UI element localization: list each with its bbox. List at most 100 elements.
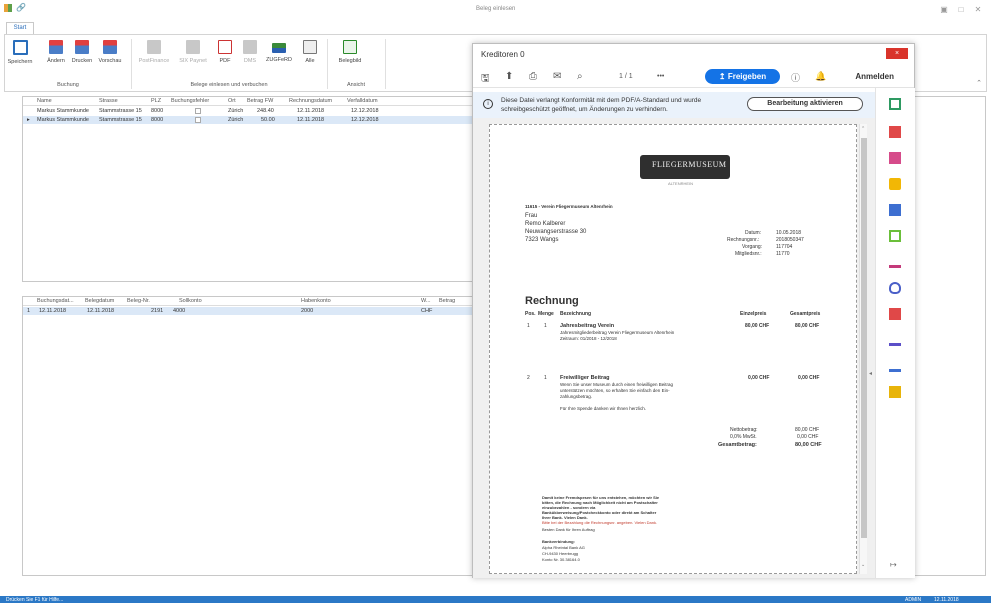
table-row[interactable]: Markus Stammkunde Stammstrasse 15 8000 Z… xyxy=(23,107,473,115)
preview-button[interactable]: Vorschau xyxy=(95,38,125,76)
scan-icon[interactable] xyxy=(889,360,901,372)
preview-icon xyxy=(103,40,117,54)
restore-icon[interactable]: ▣ xyxy=(938,5,950,14)
more-tools-button[interactable]: ••• xyxy=(657,73,664,80)
bell-icon[interactable]: 🔔 xyxy=(815,71,826,82)
table-row[interactable]: ▸ Markus Stammkunde Stammstrasse 15 8000… xyxy=(23,116,473,124)
zugferd-icon xyxy=(272,43,286,53)
pdf-close-button[interactable]: × xyxy=(886,48,908,59)
pdfa-info-bar: i Diese Datei verlangt Konformität mit d… xyxy=(473,92,875,118)
scroll-down-icon[interactable]: ⌄ xyxy=(861,562,865,568)
mail-icon[interactable]: ✉ xyxy=(553,71,561,82)
pdfa-info-text: Diese Datei verlangt Konformität mit dem… xyxy=(501,97,702,113)
group-label-belege: Belege einlesen und verbuchen xyxy=(190,82,268,88)
protect-icon[interactable] xyxy=(889,282,901,294)
window-title: Beleg einlesen xyxy=(476,6,516,12)
right-pane-toggle-icon[interactable]: ◂ xyxy=(869,370,872,377)
col-waehrung[interactable]: W... xyxy=(421,298,430,304)
upload-icon[interactable]: ⬆ xyxy=(505,71,513,82)
pdf-window-title: Kreditoren 0 xyxy=(481,50,525,59)
all-icon xyxy=(303,40,317,54)
share-button[interactable]: ↥ Freigeben xyxy=(705,69,780,84)
pdf-document-area: FLIEGERMUSEUM ALTENRHEIN 11615 - Verein … xyxy=(473,118,875,578)
booking-grid: Buchungsdat... Belegdatum Beleg-Nr. Soll… xyxy=(22,296,474,576)
table-row[interactable]: 1 12.11.2018 12.11.2018 2191 4000 2000 C… xyxy=(23,307,473,315)
maximize-icon[interactable]: □ xyxy=(955,5,967,14)
col-rechnungsdatum[interactable]: Rechnungsdatum xyxy=(289,98,332,104)
edit-pdf-icon[interactable] xyxy=(889,152,901,164)
pdf-button[interactable]: PDF xyxy=(213,38,237,76)
col-sollkonto[interactable]: Sollkonto xyxy=(179,298,202,304)
dms-icon xyxy=(243,40,257,54)
all-button[interactable]: Alle xyxy=(297,38,323,76)
col-buchungsfehler[interactable]: Buchungsfehler xyxy=(171,98,209,104)
app-icon xyxy=(4,4,12,12)
create-pdf-icon[interactable] xyxy=(889,126,901,138)
col-plz[interactable]: PLZ xyxy=(151,98,161,104)
close-icon[interactable]: ✕ xyxy=(972,5,984,14)
belegbild-button[interactable]: Belegbild xyxy=(333,38,367,76)
comment-icon[interactable] xyxy=(889,178,901,190)
col-name[interactable]: Name xyxy=(37,98,52,104)
save-icon xyxy=(12,40,28,55)
combine-files-icon[interactable] xyxy=(889,204,901,216)
pdf-tools-pane: ↦ xyxy=(875,88,915,578)
zugferd-button[interactable]: ZUGFeRD xyxy=(263,38,295,76)
col-habenkonto[interactable]: Habenkonto xyxy=(301,298,331,304)
help-icon[interactable]: ⓘ xyxy=(791,71,800,84)
tab-start[interactable]: Start xyxy=(6,22,34,34)
col-belegdatum[interactable]: Belegdatum xyxy=(85,298,114,304)
share-icon: ↥ xyxy=(718,72,728,81)
edit-booking-icon xyxy=(49,40,63,54)
six-paynet-icon xyxy=(186,40,200,54)
row-pointer-icon: ▸ xyxy=(27,117,30,123)
print-icon[interactable]: ⎙ xyxy=(529,71,537,82)
group-label-ansicht: Ansicht xyxy=(346,82,366,88)
print-icon xyxy=(75,40,89,54)
link-icon[interactable]: 🔗 xyxy=(16,3,26,12)
more-tools-icon[interactable] xyxy=(889,386,901,398)
pdf-toolbar: 🖫 ⬆ ⎙ ✉ ⌕ 1 / 1 ••• ↥ Freigeben ⓘ 🔔 Anme… xyxy=(473,66,914,88)
invoice-heading: Rechnung xyxy=(525,295,579,307)
col-betrag[interactable]: Betrag xyxy=(439,298,455,304)
booking-error-checkbox[interactable] xyxy=(195,117,201,123)
col-betrag-fw[interactable]: Betrag FW xyxy=(247,98,273,104)
col-strasse[interactable]: Strasse xyxy=(99,98,118,104)
col-buchungsdatum[interactable]: Buchungsdat... xyxy=(37,298,74,304)
ribbon-separator xyxy=(385,39,386,89)
send-for-signature-icon[interactable] xyxy=(889,334,901,346)
search-icon[interactable]: ⌕ xyxy=(577,71,583,82)
museum-logo: FLIEGERMUSEUM xyxy=(640,155,730,179)
print-button[interactable]: Drucken xyxy=(67,38,97,76)
title-bar: 🔗 Beleg einlesen ▣ □ ✕ xyxy=(0,0,991,20)
scroll-up-icon[interactable]: ⌃ xyxy=(861,126,865,132)
scroll-thumb[interactable] xyxy=(861,138,867,538)
pdf-icon xyxy=(218,40,232,54)
ribbon-separator xyxy=(131,39,132,89)
save-icon[interactable]: 🖫 xyxy=(481,71,490,88)
col-verfalldatum[interactable]: Verfalldatum xyxy=(347,98,378,104)
collapse-ribbon-icon[interactable]: ⌃ xyxy=(976,79,982,87)
status-user: ADMIN xyxy=(905,597,922,603)
col-beleg-nr[interactable]: Beleg-Nr. xyxy=(127,298,150,304)
redact-icon[interactable] xyxy=(889,308,901,320)
dms-button[interactable]: DMS xyxy=(237,38,263,76)
row-number: 1 xyxy=(27,308,31,314)
postfinance-button[interactable]: PostFinance xyxy=(136,38,172,76)
organize-pages-icon[interactable] xyxy=(889,230,901,242)
collapse-pane-icon[interactable]: ↦ xyxy=(890,560,897,569)
six-paynet-button[interactable]: SIX Paynet xyxy=(175,38,211,76)
save-button[interactable]: Speichern xyxy=(5,38,35,76)
enable-editing-button[interactable]: Bearbeitung aktivieren xyxy=(747,97,863,111)
pdf-page: FLIEGERMUSEUM ALTENRHEIN 11615 - Verein … xyxy=(489,124,857,574)
export-pdf-icon[interactable] xyxy=(889,98,901,110)
page-indicator[interactable]: 1 / 1 xyxy=(619,73,633,80)
booking-error-checkbox[interactable] xyxy=(195,108,201,114)
group-label-buchung: Buchung xyxy=(57,82,79,88)
pdf-vertical-scrollbar[interactable]: ⌃ ⌄ xyxy=(859,124,867,574)
fill-sign-icon[interactable] xyxy=(889,256,901,268)
sign-in-button[interactable]: Anmelden xyxy=(855,72,894,81)
grid-header: Buchungsdat... Belegdatum Beleg-Nr. Soll… xyxy=(23,297,473,306)
status-bar: Drücken Sie F1 für Hilfe... ADMIN 12.11.… xyxy=(0,596,991,603)
col-ort[interactable]: Ort xyxy=(228,98,236,104)
